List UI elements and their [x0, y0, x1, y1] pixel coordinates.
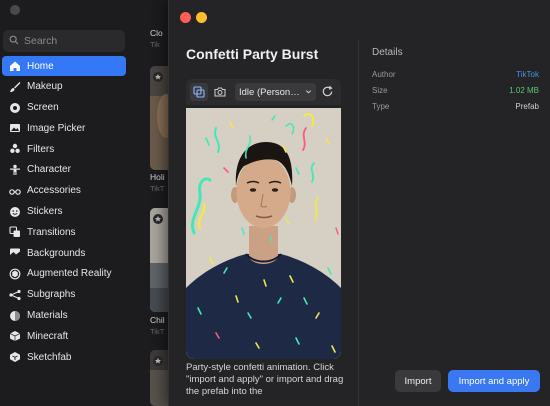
sidebar-item-image-picker[interactable]: Image Picker — [2, 118, 126, 138]
size-value: 1.02 MB — [509, 86, 539, 95]
author-link[interactable]: TikTok — [516, 70, 539, 79]
preview-toolbar: Idle (Person… — [186, 79, 341, 105]
effect-preview — [186, 108, 341, 359]
details-row-type: Type Prefab — [372, 102, 539, 116]
sidebar-item-character[interactable]: Character — [2, 160, 126, 180]
sidebar-item-label: Augmented Reality — [27, 268, 112, 280]
details-heading: Details — [372, 47, 403, 58]
backgrounds-icon — [9, 247, 21, 259]
asset-card-author: TikT — [150, 327, 165, 336]
image-icon — [9, 122, 21, 134]
sidebar-item-label: Filters — [27, 143, 55, 155]
search-box[interactable] — [3, 30, 125, 52]
sidebar-item-augmented-reality[interactable]: Augmented Reality — [2, 264, 126, 284]
sidebar-item-label: Stickers — [27, 206, 63, 218]
sidebar-item-label: Subgraphs — [27, 289, 76, 301]
sidebar-item-backgrounds[interactable]: Backgrounds — [2, 243, 126, 263]
sidebar-nav: Home Makeup Screen Image Picker Filters … — [2, 56, 126, 368]
asset-card-author: TikT — [150, 184, 165, 193]
preview-subject-select[interactable]: Idle (Person… — [235, 83, 316, 101]
minecraft-icon — [9, 330, 21, 342]
asset-title: Confetti Party Burst — [186, 46, 319, 62]
close-button[interactable] — [180, 12, 191, 23]
sidebar-item-stickers[interactable]: Stickers — [2, 202, 126, 222]
sketchfab-icon — [9, 351, 21, 363]
ar-icon — [9, 268, 21, 280]
import-button[interactable]: Import — [395, 370, 441, 392]
reload-icon — [322, 85, 333, 97]
camera-button[interactable] — [211, 83, 229, 101]
asset-grid: Clo Tik Holi TikT Chil TikT — [140, 0, 170, 406]
details-key: Size — [372, 86, 388, 95]
character-icon — [9, 164, 21, 176]
sidebar-item-label: Backgrounds — [27, 247, 86, 259]
sticker-icon — [9, 206, 21, 218]
home-icon — [9, 60, 21, 72]
asset-card-title[interactable]: Holi — [150, 172, 165, 182]
asset-description: Party-style confetti animation. Click "i… — [186, 362, 344, 397]
asset-card-author: Tik — [150, 40, 160, 49]
sidebar-item-accessories[interactable]: Accessories — [2, 181, 126, 201]
glasses-icon — [9, 185, 21, 197]
search-icon — [9, 32, 19, 50]
details-row-size: Size 1.02 MB — [372, 86, 539, 100]
asset-card-thumbnail[interactable] — [150, 66, 170, 170]
preview-mode-button[interactable] — [190, 83, 208, 101]
sidebar-item-home[interactable]: Home — [2, 56, 126, 76]
sidebar-item-label: Materials — [27, 310, 68, 322]
brush-icon — [9, 81, 21, 93]
sidebar-item-label: Makeup — [27, 81, 63, 93]
asset-card-title[interactable]: Clo — [150, 28, 163, 38]
sidebar-item-screen[interactable]: Screen — [2, 98, 126, 118]
details-key: Type — [372, 102, 390, 111]
import-and-apply-button[interactable]: Import and apply — [448, 370, 540, 392]
panel-divider — [358, 40, 359, 406]
preview-subject-value: Idle (Person… — [239, 86, 300, 98]
reload-button[interactable] — [321, 85, 335, 99]
window-close-inactive[interactable] — [10, 5, 20, 15]
sidebar-item-filters[interactable]: Filters — [2, 139, 126, 159]
asset-detail-dialog: Confetti Party Burst Idle (Person… Party… — [168, 0, 550, 406]
preview-person-image — [186, 108, 341, 359]
transitions-icon — [9, 226, 21, 238]
sidebar: Home Makeup Screen Image Picker Filters … — [0, 26, 132, 406]
minimize-button[interactable] — [196, 12, 207, 23]
sidebar-item-label: Image Picker — [27, 122, 86, 134]
sidebar-item-label: Transitions — [27, 226, 76, 238]
sidebar-item-label: Sketchfab — [27, 351, 72, 363]
sidebar-item-sketchfab[interactable]: Sketchfab — [2, 347, 126, 367]
details-key: Author — [372, 70, 396, 79]
sidebar-item-label: Home — [27, 60, 54, 72]
search-input[interactable] — [24, 35, 119, 47]
materials-icon — [9, 310, 21, 322]
sidebar-item-minecraft[interactable]: Minecraft — [2, 326, 126, 346]
chevron-down-icon — [305, 90, 312, 94]
sidebar-item-label: Character — [27, 164, 71, 176]
subgraph-icon — [9, 289, 21, 301]
sidebar-item-materials[interactable]: Materials — [2, 306, 126, 326]
sidebar-item-transitions[interactable]: Transitions — [2, 222, 126, 242]
sidebar-item-label: Minecraft — [27, 330, 69, 342]
details-row-author: Author TikTok — [372, 70, 539, 84]
filters-icon — [9, 143, 21, 155]
sidebar-item-label: Accessories — [27, 185, 81, 197]
camera-icon — [214, 87, 226, 97]
asset-card-title[interactable]: Chil — [150, 315, 165, 325]
type-value: Prefab — [515, 102, 539, 111]
sidebar-item-label: Screen — [27, 102, 59, 114]
sidebar-item-makeup[interactable]: Makeup — [2, 77, 126, 97]
sidebar-item-subgraphs[interactable]: Subgraphs — [2, 285, 126, 305]
layers-icon — [193, 86, 205, 98]
asset-card-thumbnail[interactable] — [150, 350, 170, 406]
asset-card-thumbnail[interactable] — [150, 208, 170, 312]
screen-icon — [9, 102, 21, 114]
